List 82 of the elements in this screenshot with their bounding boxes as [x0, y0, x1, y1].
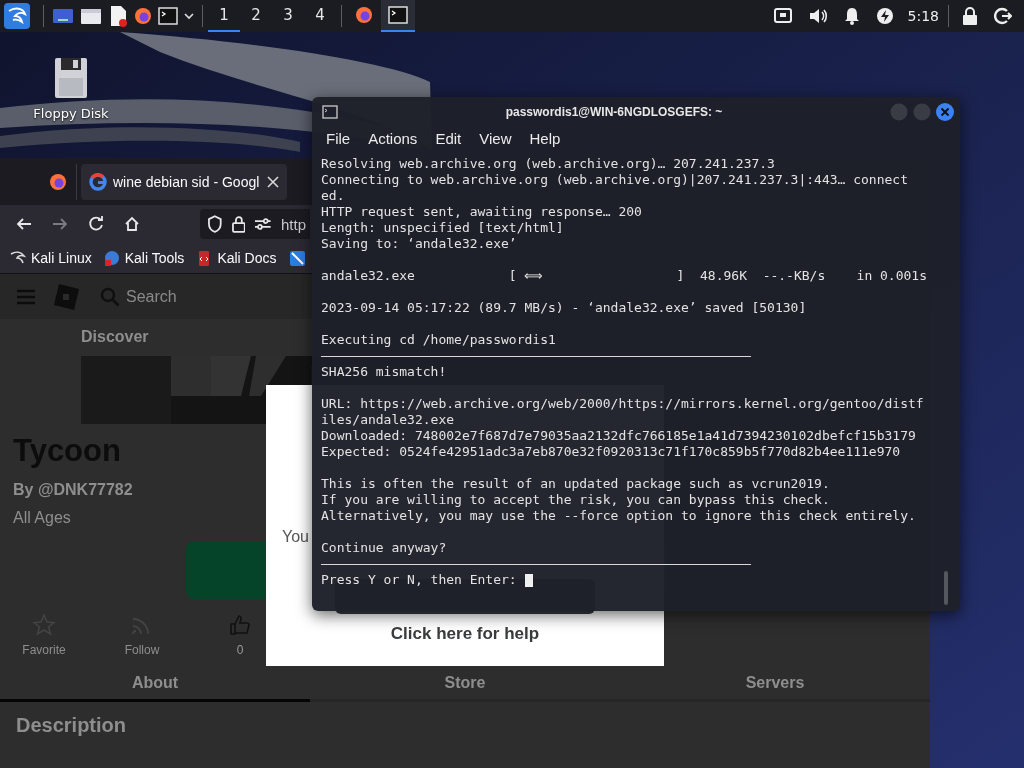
- terminal-line: Continue anyway?: [321, 540, 448, 556]
- terminal-line: iles/andale32.exe: [321, 412, 456, 428]
- desktop-icon-label[interactable]: Floppy Disk: [33, 106, 109, 121]
- workspace-button[interactable]: 3: [272, 0, 304, 32]
- terminal-line: SHA256 mismatch!: [321, 364, 448, 380]
- lock-icon[interactable]: [231, 215, 246, 233]
- forward-arrow-icon[interactable]: [52, 217, 68, 231]
- terminal-line: Alternatively, you may use the --force option to ignore this check entirely.: [321, 508, 917, 524]
- volume-icon[interactable]: [807, 7, 828, 25]
- terminal-line: URL: https://web.archive.org/web/2000/https://mirrors.kernel.org/gentoo/distf: [321, 396, 925, 412]
- terminal-line: Connecting to web.archive.org (web.archive.org)|207.241.237.3|:443… connect: [321, 172, 909, 188]
- search-field[interactable]: Search: [126, 285, 226, 308]
- menu-item[interactable]: Edit: [435, 129, 462, 147]
- chevron-down-icon[interactable]: [184, 12, 194, 20]
- screen-icon[interactable]: [52, 7, 74, 25]
- terminal-line: andale32.exe [ ⟺ ] 48.96K --.-KB/s in 0.001s: [321, 268, 928, 284]
- terminal-line: Saving to: ‘andale32.exe’: [321, 236, 518, 252]
- browser-tab[interactable]: wine debian sid - Googl: [81, 163, 288, 200]
- menu-item[interactable]: View: [479, 129, 512, 147]
- document-icon[interactable]: [108, 5, 128, 27]
- address-bar[interactable]: http: [200, 209, 310, 239]
- bookmark-link[interactable]: Kali Tools: [103, 249, 185, 267]
- terminal-line: Executing cd /home/passwordis1: [321, 332, 557, 348]
- lightning-icon[interactable]: [875, 7, 894, 25]
- bookmark-icon[interactable]: [288, 249, 306, 267]
- terminal-line: If you are willing to accept the risk, you can bypass this check.: [321, 492, 831, 508]
- close-icon[interactable]: [267, 175, 280, 188]
- terminal-line: HTTP request sent, awaiting response… 200: [321, 204, 643, 220]
- menu-item[interactable]: Actions: [368, 129, 418, 147]
- terminal-line: ed.: [321, 188, 346, 204]
- follow-button[interactable]: Follow: [106, 613, 178, 657]
- bookmark-icon: [103, 249, 121, 267]
- terminal-icon: [388, 6, 408, 24]
- bell-icon[interactable]: [843, 7, 860, 25]
- terminal-icon[interactable]: [158, 7, 178, 25]
- shield-icon[interactable]: [207, 215, 223, 233]
- terminal-prompt: Press Y or N, then Enter:: [321, 572, 517, 588]
- terminal-line: 2023-09-14 05:17:22 (89.7 MB/s) - ‘andale32.exe’ saved [50130]: [321, 300, 808, 316]
- workspace-button[interactable]: 4: [304, 0, 336, 32]
- terminal-line: This is often the result of an updated package such as vcrun2019.: [321, 476, 831, 492]
- window-title: passwordis1@WIN-6NGDLOSGEFS: ~: [504, 105, 724, 119]
- workspace-button[interactable]: 2: [240, 0, 272, 32]
- terminal-line: Expected: 0524fe42951adc3a7eb870e32f0920313c71f170c859b5f770d82b4ee111e970: [321, 444, 902, 460]
- text-cursor: [524, 573, 533, 587]
- folder-icon[interactable]: [80, 7, 102, 25]
- terminal-line: Resolving web.archive.org (web.archive.org)… 207.241.237.3: [321, 156, 776, 172]
- bookmark-link[interactable]: Kali Linux: [10, 249, 92, 267]
- page-tab[interactable]: Servers: [620, 667, 930, 702]
- close-icon[interactable]: [936, 103, 954, 121]
- taskbar-button[interactable]: [381, 0, 415, 32]
- favorite-button[interactable]: Favorite: [8, 613, 80, 657]
- terminal-line: Downloaded: 748002e7f687d7e79035aa2132dfc766185e1a41d7394230102dbefcf15b3179: [321, 428, 917, 444]
- browser-icon[interactable]: [134, 7, 152, 25]
- clock[interactable]: 5:18: [907, 8, 939, 24]
- reload-icon[interactable]: [88, 216, 104, 232]
- menu-item[interactable]: Help: [529, 129, 561, 147]
- star-icon: [32, 613, 56, 637]
- help-link[interactable]: Click here for help: [390, 624, 540, 644]
- terminal-line: Length: unspecified [text/html]: [321, 220, 565, 236]
- lock-icon[interactable]: [962, 7, 978, 25]
- back-arrow-icon[interactable]: [16, 217, 32, 231]
- section-heading: Description: [16, 714, 127, 737]
- page-tab[interactable]: About: [0, 667, 310, 702]
- network-icon[interactable]: [773, 8, 792, 24]
- dialog-text: You: [282, 528, 309, 546]
- scrollbar-thumb[interactable]: [944, 571, 948, 605]
- sliders-icon[interactable]: [254, 217, 272, 231]
- bookmark-link[interactable]: Kali Docs: [196, 249, 277, 267]
- thumbs-up-icon: [228, 613, 252, 637]
- dragon-logo-icon[interactable]: [4, 3, 30, 29]
- browser-icon: [49, 172, 67, 191]
- section-link[interactable]: Discover: [81, 327, 149, 347]
- url-text: http: [280, 215, 306, 233]
- creator-link[interactable]: By @DNK77782: [13, 480, 133, 500]
- browser-icon: [355, 6, 373, 24]
- tab-title: wine debian sid - Googl: [113, 173, 260, 190]
- terminal-icon: [322, 105, 338, 119]
- g-logo-icon: [89, 172, 107, 191]
- age-rating: All Ages: [13, 508, 71, 528]
- menu-item[interactable]: File: [326, 129, 351, 147]
- home-icon[interactable]: [124, 216, 140, 232]
- logout-icon[interactable]: [994, 7, 1012, 25]
